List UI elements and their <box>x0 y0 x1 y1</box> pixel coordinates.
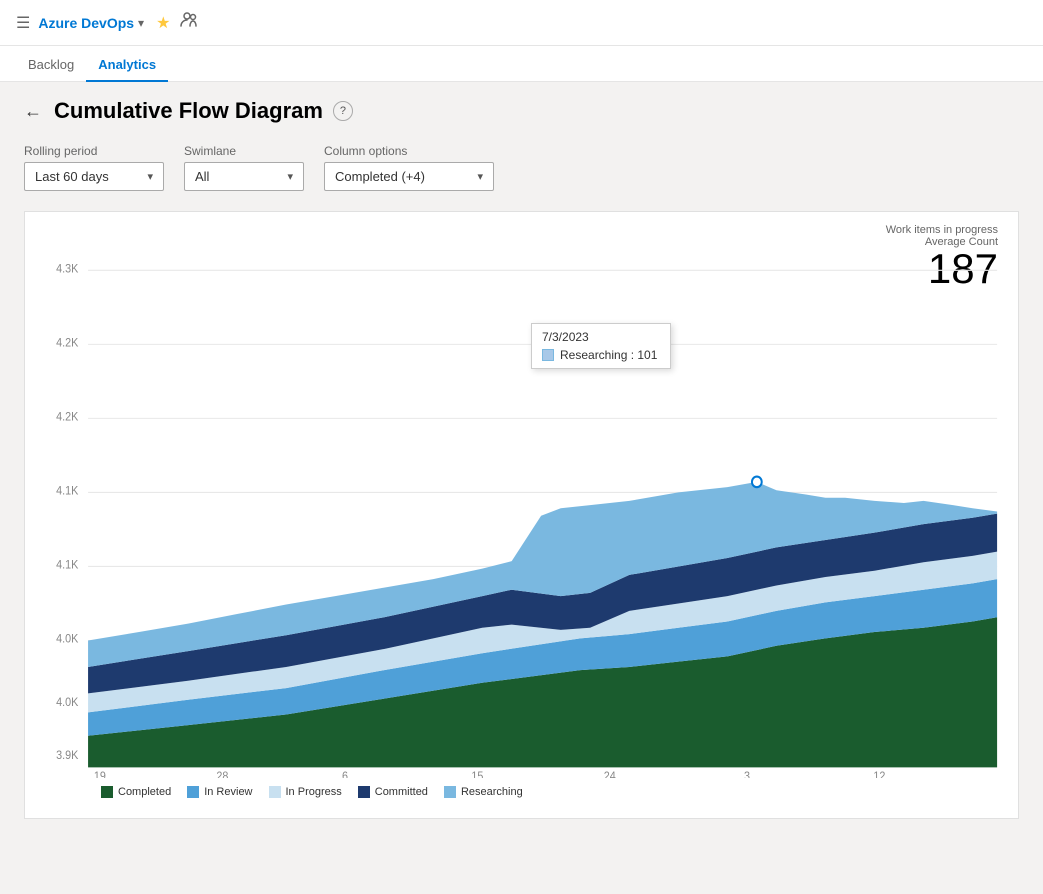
completed-swatch <box>101 786 113 798</box>
svg-text:4.3K: 4.3K <box>56 263 79 275</box>
in-progress-label: In Progress <box>286 786 342 798</box>
svg-text:3.9K: 3.9K <box>56 750 79 762</box>
app-name[interactable]: Azure DevOps <box>38 15 134 31</box>
svg-text:24: 24 <box>604 771 616 778</box>
svg-text:15: 15 <box>471 771 483 778</box>
top-bar: ☰ Azure DevOps ▾ ★ <box>0 0 1043 46</box>
page-content: ← Cumulative Flow Diagram ? Rolling peri… <box>0 82 1043 894</box>
committed-label: Committed <box>375 786 428 798</box>
svg-text:4.2K: 4.2K <box>56 411 79 423</box>
chart-area: 4.3K 4.2K 4.2K 4.1K 4.1K 4.0K 4.0K 3.9K <box>41 228 1002 778</box>
chart-container: Work items in progress Average Count 187… <box>24 211 1019 819</box>
rolling-period-chevron-icon: ▾ <box>147 170 153 183</box>
cumulative-flow-chart: 4.3K 4.2K 4.2K 4.1K 4.1K 4.0K 4.0K 3.9K <box>41 228 1002 778</box>
favorite-icon[interactable]: ★ <box>156 13 170 33</box>
legend-item-researching: Researching <box>444 786 523 798</box>
svg-text:12: 12 <box>873 771 885 778</box>
svg-text:4.1K: 4.1K <box>56 559 79 571</box>
column-options-value: Completed (+4) <box>335 169 425 184</box>
tab-analytics[interactable]: Analytics <box>86 49 168 82</box>
legend-item-committed: Committed <box>358 786 428 798</box>
in-review-label: In Review <box>204 786 252 798</box>
in-review-swatch <box>187 786 199 798</box>
app-chevron-icon[interactable]: ▾ <box>138 16 144 30</box>
tab-backlog[interactable]: Backlog <box>16 49 86 82</box>
rolling-period-label: Rolling period <box>24 144 164 158</box>
chart-legend: Completed In Review In Progress Committe… <box>41 778 1002 802</box>
legend-item-in-progress: In Progress <box>269 786 342 798</box>
svg-text:3: 3 <box>744 771 750 778</box>
legend-item-completed: Completed <box>101 786 171 798</box>
committed-swatch <box>358 786 370 798</box>
help-icon[interactable]: ? <box>333 101 353 121</box>
nav-tabs: Backlog Analytics <box>0 46 1043 82</box>
svg-text:6: 6 <box>342 771 348 778</box>
swimlane-value: All <box>195 169 209 184</box>
swimlane-chevron-icon: ▾ <box>287 170 293 183</box>
legend-item-in-review: In Review <box>187 786 252 798</box>
svg-text:19: 19 <box>94 771 106 778</box>
swimlane-control: Swimlane All ▾ <box>184 144 304 191</box>
svg-text:4.1K: 4.1K <box>56 485 79 497</box>
swimlane-dropdown[interactable]: All ▾ <box>184 162 304 191</box>
controls-row: Rolling period Last 60 days ▾ Swimlane A… <box>24 144 1019 191</box>
column-options-control: Column options Completed (+4) ▾ <box>324 144 494 191</box>
column-options-dropdown[interactable]: Completed (+4) ▾ <box>324 162 494 191</box>
column-options-label: Column options <box>324 144 494 158</box>
back-button[interactable]: ← <box>24 101 42 122</box>
page-title: Cumulative Flow Diagram <box>54 98 323 124</box>
rolling-period-dropdown[interactable]: Last 60 days ▾ <box>24 162 164 191</box>
svg-text:4.2K: 4.2K <box>56 337 79 349</box>
rolling-period-control: Rolling period Last 60 days ▾ <box>24 144 164 191</box>
rolling-period-value: Last 60 days <box>35 169 109 184</box>
svg-text:28: 28 <box>216 771 228 778</box>
svg-text:4.0K: 4.0K <box>56 697 79 709</box>
in-progress-swatch <box>269 786 281 798</box>
svg-text:4.0K: 4.0K <box>56 633 79 645</box>
page-header: ← Cumulative Flow Diagram ? <box>24 98 1019 124</box>
menu-icon[interactable]: ☰ <box>16 13 30 33</box>
people-icon[interactable] <box>180 11 198 34</box>
column-options-chevron-icon: ▾ <box>477 170 483 183</box>
swimlane-label: Swimlane <box>184 144 304 158</box>
researching-label: Researching <box>461 786 523 798</box>
researching-swatch <box>444 786 456 798</box>
completed-label: Completed <box>118 786 171 798</box>
